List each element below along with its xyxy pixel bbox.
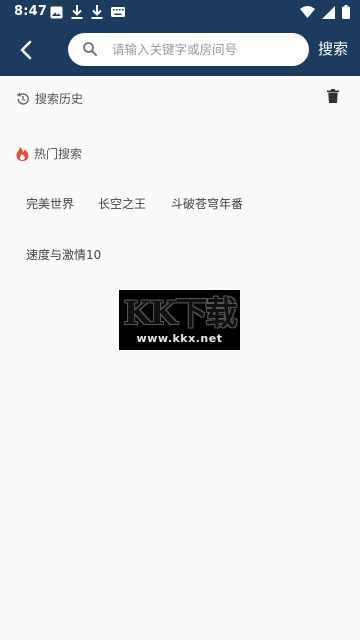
- history-icon: [16, 92, 30, 106]
- search-icon: [82, 41, 98, 57]
- back-button[interactable]: [12, 36, 40, 64]
- hot-search-heading: 热门搜索: [16, 145, 82, 162]
- trash-icon: [327, 89, 339, 103]
- status-notifications: [50, 4, 125, 20]
- search-input[interactable]: [112, 39, 298, 60]
- hot-tag[interactable]: 斗破苍穹年番: [171, 195, 243, 212]
- download-icon: [71, 5, 83, 19]
- search-button[interactable]: 搜索: [318, 38, 348, 59]
- watermark-logo-label: KK下载: [123, 294, 238, 332]
- hot-search-title: 热门搜索: [34, 147, 83, 161]
- hot-tag[interactable]: 长空之王: [98, 195, 146, 212]
- wifi-icon: [300, 6, 315, 18]
- fire-icon: [16, 146, 29, 161]
- clear-history-button[interactable]: [327, 88, 341, 104]
- battery-icon: [342, 5, 350, 19]
- hot-tag[interactable]: 速度与激情10: [26, 246, 101, 263]
- watermark-logo-text: KK下载: [123, 292, 238, 332]
- watermark-logo: KK下载 www.kkx.net: [119, 290, 240, 350]
- signal-icon: [322, 5, 335, 19]
- watermark-url: www.kkx.net: [136, 332, 223, 345]
- download-icon: [91, 5, 103, 19]
- keyboard-icon: [111, 7, 125, 17]
- search-history-heading: 搜索历史: [16, 90, 83, 107]
- status-bar: 8:47: [0, 0, 360, 24]
- search-box[interactable]: [68, 33, 309, 66]
- app-header: 8:47 请输入关键字或房间号 搜索: [0, 0, 360, 76]
- status-system-icons: [300, 4, 350, 20]
- status-time: 8:47: [14, 4, 48, 19]
- chevron-left-icon: [20, 40, 32, 60]
- hot-tag[interactable]: 完美世界: [26, 195, 74, 212]
- search-history-title: 搜索历史: [35, 92, 84, 106]
- image-icon: [50, 6, 63, 19]
